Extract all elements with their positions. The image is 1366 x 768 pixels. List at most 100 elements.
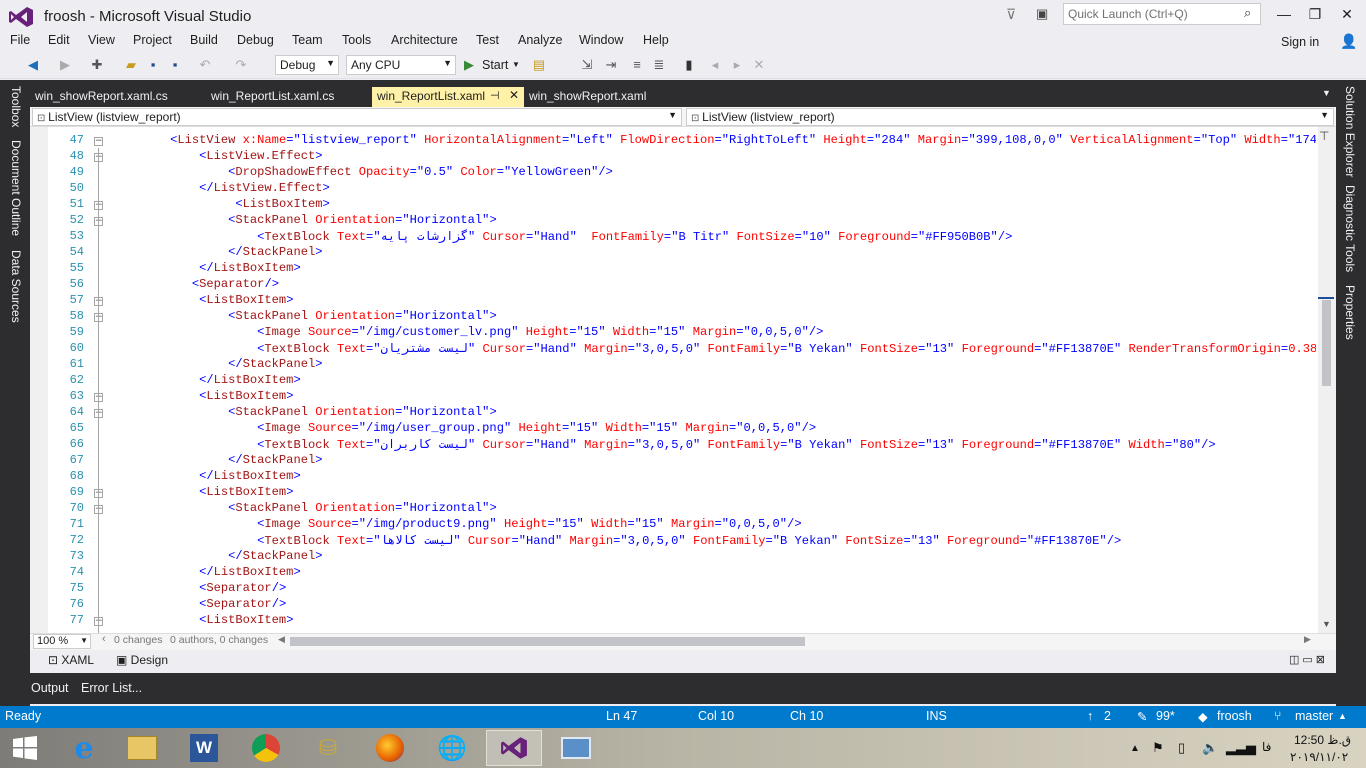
chevron-up-icon[interactable]: ▲ <box>1338 711 1347 721</box>
close-tab-icon[interactable]: ✕ <box>509 88 519 102</box>
bookmark-icon[interactable]: ▮ <box>680 56 698 74</box>
collapse-toggle-icon[interactable]: − <box>94 137 103 146</box>
code-line[interactable]: <Separator/> <box>112 597 286 611</box>
code-line[interactable]: <TextBlock Text="لیست کالاها" Cursor="Ha… <box>112 533 1121 548</box>
code-line[interactable]: <ListBoxItem> <box>112 293 293 307</box>
tab-win-reportlist-xaml-cs[interactable]: win_ReportList.xaml.cs <box>206 87 339 107</box>
language-indicator[interactable]: فا <box>1262 740 1271 754</box>
show-hidden-icons[interactable]: ▲ <box>1130 743 1140 754</box>
error-list-tab[interactable]: Error List... <box>81 681 142 695</box>
scroll-left-icon[interactable]: ◀ <box>278 634 285 645</box>
code-line[interactable]: <DropShadowEffect Opacity="0.5" Color="Y… <box>112 165 613 179</box>
menu-file[interactable]: File <box>10 33 30 47</box>
step-into-icon[interactable]: ⇲ <box>578 56 596 74</box>
sql-tool-taskbar[interactable]: ⛁ <box>300 730 356 766</box>
file-explorer-taskbar[interactable] <box>114 730 170 766</box>
filter-icon[interactable]: ⊽ <box>1006 6 1016 23</box>
comment-icon[interactable]: ≡ <box>628 56 646 74</box>
authors-indicator[interactable]: 0 authors, 0 changes <box>170 634 268 646</box>
clear-bookmarks-icon[interactable]: ✕ <box>750 56 768 74</box>
start-menu-button[interactable] <box>0 730 50 766</box>
back-icon[interactable]: ◀ <box>24 56 42 74</box>
split-icon[interactable]: ⊤ <box>1319 129 1329 143</box>
changes-indicator[interactable]: 0 changes <box>114 634 162 646</box>
volume-icon[interactable]: 🔈 <box>1202 740 1218 756</box>
code-line[interactable]: <StackPanel Orientation="Horizontal"> <box>112 213 497 227</box>
remote-desktop-taskbar[interactable] <box>548 730 604 766</box>
uncomment-icon[interactable]: ≣ <box>650 56 668 74</box>
chrome-taskbar[interactable] <box>238 730 294 766</box>
toolbox-tab[interactable]: Toolbox <box>9 86 23 127</box>
internet-explorer-taskbar[interactable]: e <box>56 730 112 766</box>
maximize-button[interactable]: ❐ <box>1303 4 1327 24</box>
unpublished-commits[interactable]: 2 <box>1104 709 1111 723</box>
code-line[interactable]: <ListView x:Name="listview_report" Horiz… <box>112 133 1316 147</box>
code-line[interactable]: <Separator/> <box>112 581 286 595</box>
firefox-taskbar[interactable] <box>362 730 418 766</box>
menu-build[interactable]: Build <box>190 33 218 47</box>
pane-layout-icons[interactable]: ◫▭⊠ <box>1289 653 1328 666</box>
code-line[interactable]: </StackPanel> <box>112 357 322 371</box>
repository-name[interactable]: froosh <box>1217 709 1252 723</box>
code-line[interactable]: <Image Source="/img/customer_lv.png" Hei… <box>112 325 823 339</box>
menu-team[interactable]: Team <box>292 33 323 47</box>
output-tab[interactable]: Output <box>31 681 69 695</box>
menu-architecture[interactable]: Architecture <box>391 33 458 47</box>
word-taskbar[interactable]: W <box>176 730 232 766</box>
next-bookmark-icon[interactable]: ▸ <box>728 56 746 74</box>
undo-icon[interactable]: ↶ <box>196 56 214 74</box>
zoom-select[interactable]: 100 % ▼ <box>33 634 91 649</box>
chevron-down-icon[interactable]: ▼ <box>512 60 520 69</box>
code-line[interactable]: <ListBoxItem> <box>112 485 293 499</box>
start-button[interactable]: Start <box>482 58 508 72</box>
tab-win-showreport-xaml[interactable]: win_showReport.xaml <box>524 87 651 107</box>
properties-tab[interactable]: Properties <box>1343 285 1357 340</box>
account-icon[interactable]: 👤 <box>1340 33 1358 51</box>
code-line[interactable]: <ListBoxItem> <box>112 613 293 627</box>
solution-platform-select[interactable]: Any CPU ▼ <box>346 55 456 75</box>
code-line[interactable]: </StackPanel> <box>112 549 322 563</box>
scroll-right-icon[interactable]: ▶ <box>1304 634 1311 645</box>
menu-project[interactable]: Project <box>133 33 172 47</box>
code-line[interactable]: <TextBlock Text="لیست کاربران" Cursor="H… <box>112 437 1215 452</box>
code-line[interactable]: <Separator/> <box>112 277 279 291</box>
menu-tools[interactable]: Tools <box>342 33 371 47</box>
data-sources-tab[interactable]: Data Sources <box>9 250 23 323</box>
close-button[interactable]: ✕ <box>1335 4 1359 24</box>
open-folder-icon[interactable]: ▰ <box>122 56 140 74</box>
xaml-tab[interactable]: ⊡ XAML <box>48 653 94 667</box>
code-line[interactable]: </ListBoxItem> <box>112 565 301 579</box>
code-line[interactable]: <StackPanel Orientation="Horizontal"> <box>112 405 497 419</box>
clock-time[interactable]: 12:50 ق.ظ <box>1294 733 1351 747</box>
code-line[interactable]: <StackPanel Orientation="Horizontal"> <box>112 309 497 323</box>
code-line[interactable]: <TextBlock Text="گزارشات پایه" Cursor="H… <box>112 229 1012 244</box>
minimize-button[interactable]: — <box>1272 4 1296 24</box>
code-line[interactable]: </ListBoxItem> <box>112 373 301 387</box>
nav-left-select[interactable]: ⊡ ListView (listview_report) ▼ <box>32 108 682 126</box>
document-outline-tab[interactable]: Document Outline <box>9 140 23 236</box>
code-line[interactable]: <ListView.Effect> <box>112 149 322 163</box>
code-line[interactable]: <ListBoxItem> <box>112 197 329 211</box>
save-all-icon[interactable]: ▪ <box>166 56 184 74</box>
save-icon[interactable]: ▪ <box>144 56 162 74</box>
menu-test[interactable]: Test <box>476 33 499 47</box>
code-line[interactable]: </ListBoxItem> <box>112 261 301 275</box>
scroll-down-icon[interactable]: ▼ <box>1322 619 1331 629</box>
feedback-icon[interactable]: ▣ <box>1036 6 1048 22</box>
solution-configuration-select[interactable]: Debug ▼ <box>275 55 339 75</box>
flag-icon[interactable]: ⚑ <box>1152 740 1164 756</box>
network-signal-icon[interactable]: ▂▃▅ <box>1226 740 1256 756</box>
vertical-scroll-thumb[interactable] <box>1322 300 1331 386</box>
code-line[interactable]: </ListView.Effect> <box>112 181 330 195</box>
visual-studio-taskbar[interactable] <box>486 730 542 766</box>
new-project-icon[interactable]: ✚ <box>88 56 106 74</box>
prev-bookmark-icon[interactable]: ◂ <box>706 56 724 74</box>
battery-icon[interactable]: ▯ <box>1178 740 1185 756</box>
diagnostic-tools-tab[interactable]: Diagnostic Tools <box>1343 185 1357 272</box>
menu-window[interactable]: Window <box>579 33 623 47</box>
code-line[interactable]: </ListBoxItem> <box>112 469 301 483</box>
code-line[interactable]: <ListBoxItem> <box>112 389 293 403</box>
code-line[interactable]: <StackPanel Orientation="Horizontal"> <box>112 501 497 515</box>
step-over-icon[interactable]: ⇥ <box>602 56 620 74</box>
tab-win-showreport-xaml-cs[interactable]: win_showReport.xaml.cs <box>30 87 173 107</box>
